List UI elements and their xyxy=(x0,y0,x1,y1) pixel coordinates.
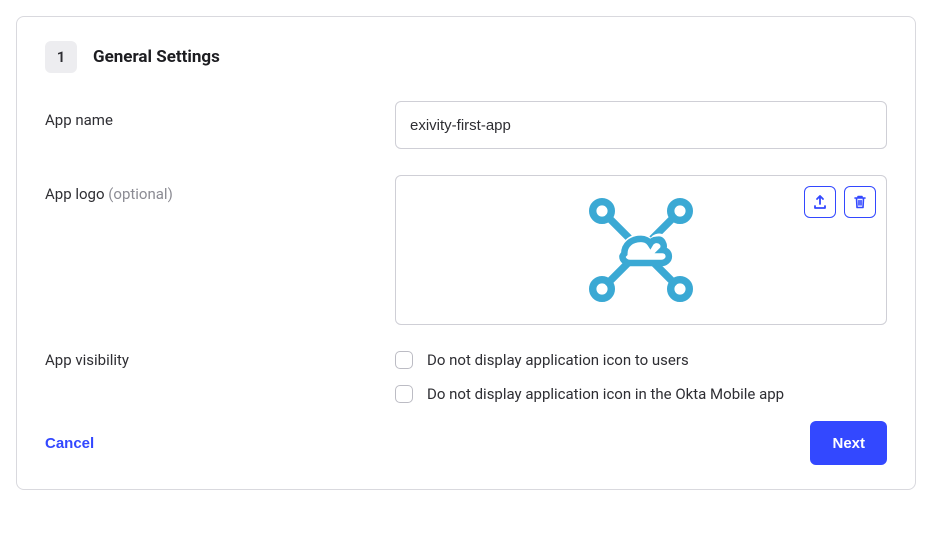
next-button[interactable]: Next xyxy=(810,421,887,465)
app-logo-optional: (optional) xyxy=(108,185,173,203)
visibility-checkbox-users[interactable] xyxy=(395,351,413,369)
visibility-option-mobile[interactable]: Do not display application icon in the O… xyxy=(395,385,887,403)
app-logo-icon xyxy=(576,190,706,310)
visibility-checkbox-mobile[interactable] xyxy=(395,385,413,403)
app-name-label: App name xyxy=(45,101,395,129)
app-visibility-row: App visibility Do not display applicatio… xyxy=(45,351,887,403)
visibility-label-mobile: Do not display application icon in the O… xyxy=(427,385,784,403)
visibility-label-users: Do not display application icon to users xyxy=(427,351,689,369)
upload-logo-button[interactable] xyxy=(804,186,836,218)
app-logo-label: App logo (optional) xyxy=(45,175,395,203)
step-number-badge: 1 xyxy=(45,41,77,73)
app-visibility-label: App visibility xyxy=(45,351,395,369)
app-logo-preview xyxy=(395,175,887,325)
visibility-option-users[interactable]: Do not display application icon to users xyxy=(395,351,887,369)
app-name-input[interactable] xyxy=(395,101,887,149)
app-logo-label-text: App logo xyxy=(45,185,105,203)
form-footer: Cancel Next xyxy=(45,421,887,465)
app-logo-row: App logo (optional) xyxy=(45,175,887,325)
cancel-button[interactable]: Cancel xyxy=(45,435,94,452)
delete-logo-button[interactable] xyxy=(844,186,876,218)
general-settings-card: 1 General Settings App name App logo (op… xyxy=(16,16,916,490)
section-title: General Settings xyxy=(93,47,220,67)
upload-icon xyxy=(812,194,828,210)
trash-icon xyxy=(852,194,868,210)
app-name-row: App name xyxy=(45,101,887,149)
section-header: 1 General Settings xyxy=(45,41,887,73)
